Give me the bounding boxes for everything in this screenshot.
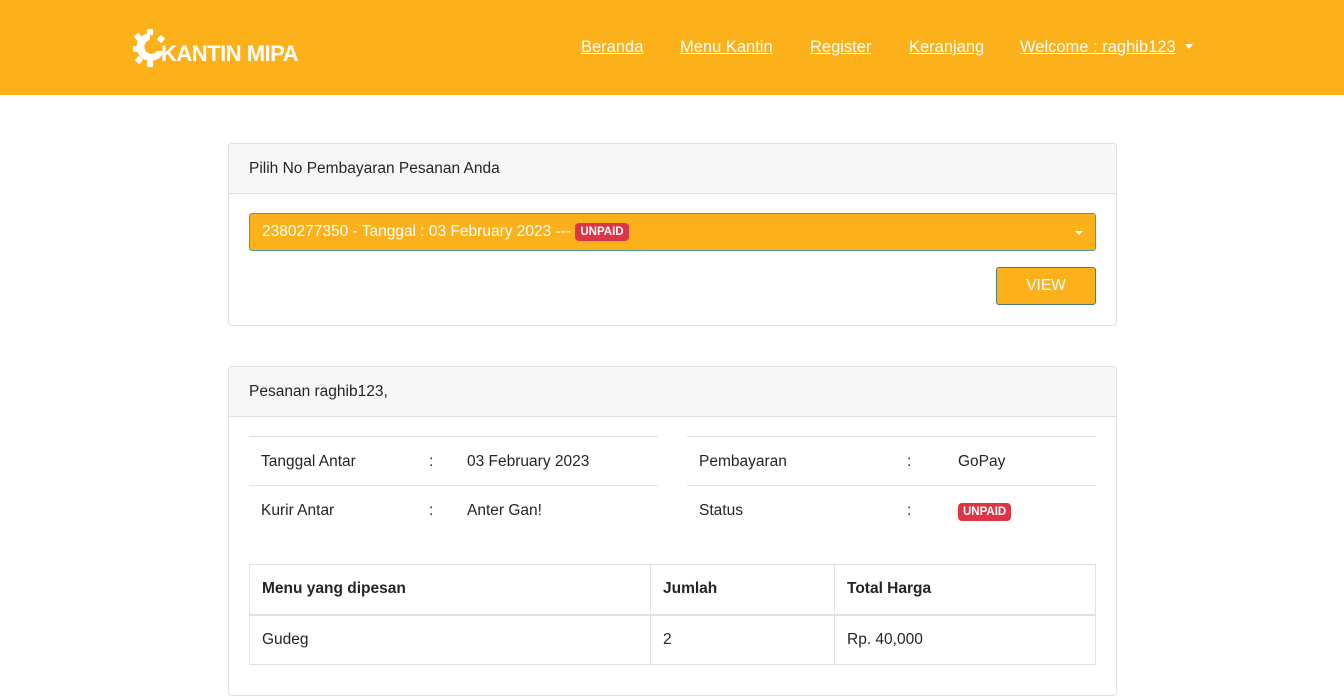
info-row-tanggal-antar: Tanggal Antar : 03 February 2023 <box>249 436 658 485</box>
user-dropdown[interactable]: Welcome : raghib123 <box>1020 38 1193 57</box>
user-dropdown-label: Welcome : raghib123 <box>1020 38 1176 56</box>
info-separator: : <box>907 502 912 519</box>
order-info-left: Tanggal Antar : 03 February 2023 Kurir A… <box>249 436 658 534</box>
info-separator: : <box>429 453 434 470</box>
payment-number-select[interactable]: 2380277350 - Tanggal : 03 February 2023 … <box>249 213 1096 251</box>
nav-link-menu-kantin[interactable]: Menu Kantin <box>680 38 773 57</box>
table-row: Gudeg 2 Rp. 40,000 <box>249 614 1096 665</box>
chevron-down-icon <box>1075 231 1083 235</box>
order-info-right: Pembayaran : GoPay Status : UNPAID <box>687 436 1096 534</box>
table-cell: 2 <box>650 614 835 665</box>
info-separator: : <box>907 453 912 470</box>
info-row-status: Status : UNPAID <box>687 485 1096 534</box>
table-cell: Gudeg <box>249 614 651 665</box>
info-value: Anter Gan! <box>467 502 542 519</box>
brand-logo[interactable]: KANTIN MIPA <box>133 28 299 68</box>
nav-link-beranda[interactable]: Beranda <box>581 38 643 57</box>
select-value: 2380277350 - Tanggal : 03 February 2023 … <box>262 223 572 240</box>
info-value: GoPay <box>958 453 1006 470</box>
info-row-pembayaran: Pembayaran : GoPay <box>687 436 1096 485</box>
column-header: Jumlah <box>650 564 835 616</box>
chevron-down-icon <box>1184 44 1193 49</box>
order-card-header: Pesanan raghib123, <box>229 367 1116 417</box>
order-items-table: Menu yang dipesan Jumlah Total Harga Gud… <box>249 564 1096 665</box>
payment-card-header: Pilih No Pembayaran Pesanan Anda <box>229 144 1116 194</box>
info-value: 03 February 2023 <box>467 453 590 470</box>
status-badge: UNPAID <box>958 503 1012 521</box>
table-header-row: Menu yang dipesan Jumlah Total Harga <box>249 564 1096 616</box>
info-label: Status <box>699 502 743 519</box>
column-header: Total Harga <box>834 564 1096 616</box>
info-label: Pembayaran <box>699 453 787 470</box>
info-separator: : <box>429 502 434 519</box>
info-label: Tanggal Antar <box>261 453 356 470</box>
info-label: Kurir Antar <box>261 502 335 519</box>
table-cell: Rp. 40,000 <box>834 614 1096 665</box>
order-card: Pesanan raghib123, Tanggal Antar : 03 Fe… <box>228 366 1117 696</box>
brand-name: KANTIN MIPA <box>161 41 299 66</box>
status-badge: UNPAID <box>575 223 629 241</box>
info-row-kurir-antar: Kurir Antar : Anter Gan! <box>249 485 658 534</box>
payment-select-card: Pilih No Pembayaran Pesanan Anda 2380277… <box>228 143 1117 326</box>
nav-link-register[interactable]: Register <box>810 38 871 57</box>
column-header: Menu yang dipesan <box>249 564 651 616</box>
navbar: KANTIN MIPA Beranda Menu Kantin Register… <box>0 0 1344 95</box>
nav-link-keranjang[interactable]: Keranjang <box>909 38 984 57</box>
view-button[interactable]: VIEW <box>996 267 1096 305</box>
